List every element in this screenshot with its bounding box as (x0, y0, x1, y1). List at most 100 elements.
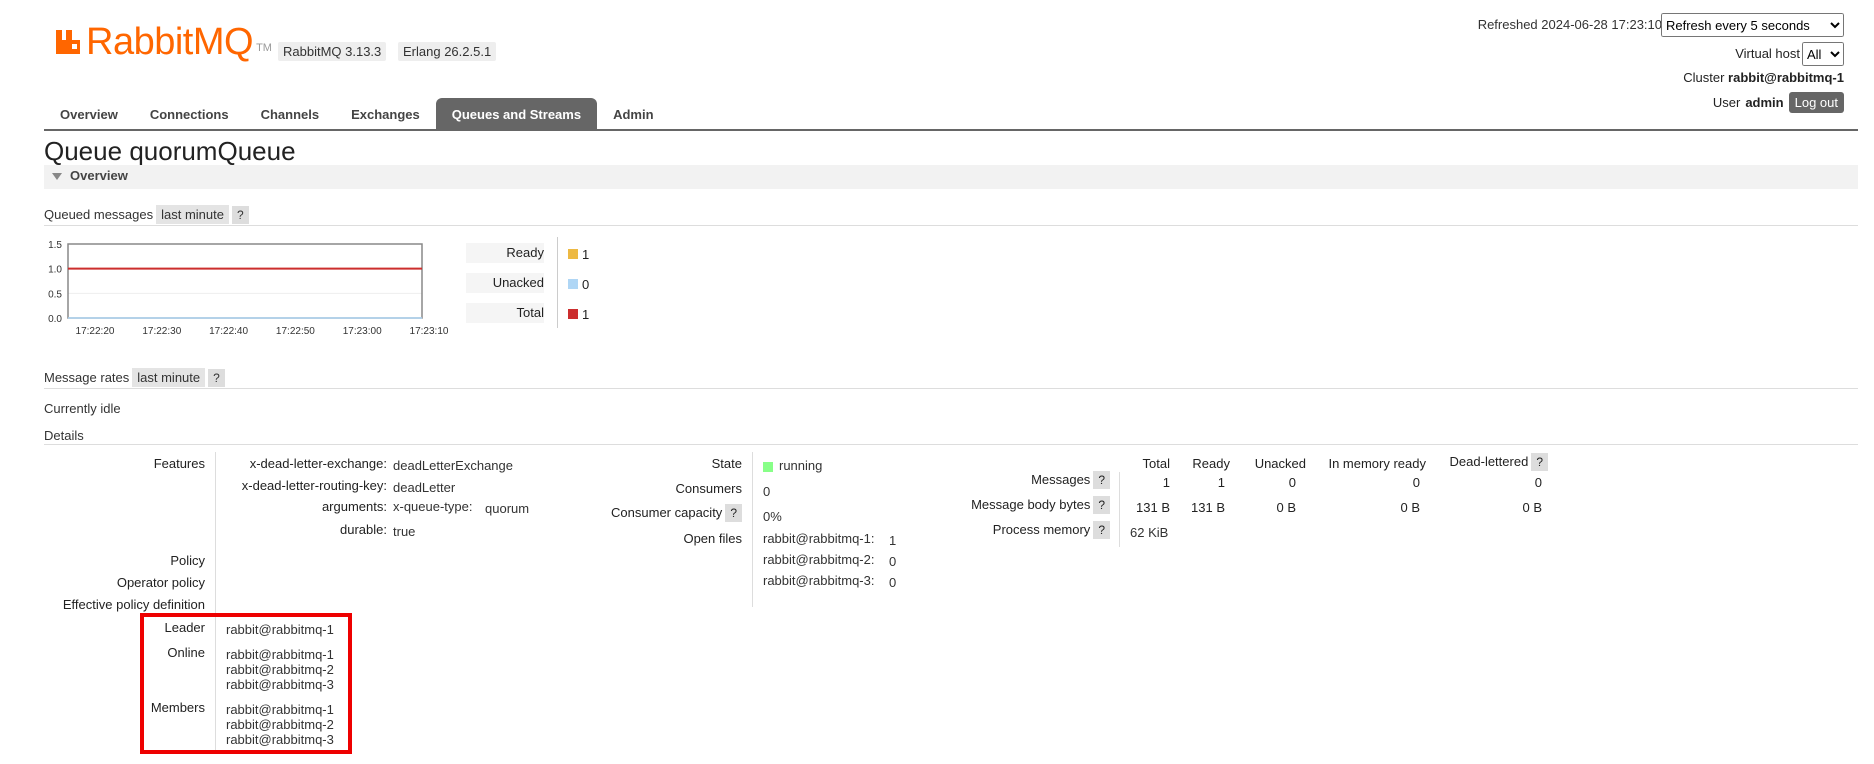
rabbitmq-version-badge: RabbitMQ 3.13.3 (278, 42, 387, 61)
legend-ready-swatch (568, 249, 578, 259)
tab-exchanges[interactable]: Exchanges (335, 98, 436, 130)
feature-key: arguments: (321, 499, 387, 514)
username: admin (1745, 95, 1784, 110)
chart-x-tick-label: 17:22:50 (276, 326, 315, 337)
body-bytes-in-memory-ready: 0 B (1400, 500, 1420, 515)
chart-y-tick-label: 1.0 (48, 265, 62, 276)
divider (44, 225, 1858, 226)
open-files-value: 0 (889, 554, 897, 569)
feature-key: durable: (340, 522, 387, 537)
process-memory-help-button[interactable]: ? (1093, 521, 1110, 539)
stats-header-dead-lettered: Dead-lettered? (1436, 453, 1548, 471)
tab-admin[interactable]: Admin (597, 98, 669, 130)
open-files-node: rabbit@rabbitmq-3: (763, 573, 875, 588)
consumer-capacity-help-button[interactable]: ? (725, 504, 742, 522)
messages-dead-lettered: 0 (1534, 475, 1542, 490)
message-body-bytes-help-button[interactable]: ? (1093, 496, 1110, 514)
column-divider (752, 452, 753, 607)
page-title: Queue quorumQueue (44, 136, 296, 166)
chart-x-tick-label: 17:23:00 (343, 326, 382, 337)
virtual-host-label: Virtual host (1735, 46, 1800, 61)
chart-y-tick-label: 1.5 (48, 240, 62, 251)
legend-unacked-swatch (568, 279, 578, 289)
running-status-icon (763, 461, 773, 472)
user-info: User admin Log out (1713, 92, 1844, 113)
message-rates-range-button[interactable]: last minute (132, 368, 206, 387)
message-body-bytes-label: Message body bytes? (930, 496, 1110, 514)
messages-ready: 1 (1217, 475, 1225, 490)
state-value: running (763, 458, 822, 473)
chart-y-tick-label: 0.0 (48, 314, 62, 325)
feature-value: deadLetter (393, 480, 456, 495)
stats-header-in-memory-ready: In memory ready (1328, 456, 1426, 471)
chart-x-tick-label: 17:22:20 (76, 326, 115, 337)
messages-help-button[interactable]: ? (1093, 471, 1110, 489)
rabbit-logo-icon (54, 28, 82, 56)
open-files-value: 0 (889, 575, 897, 590)
legend-unacked-value: 0 (582, 277, 590, 292)
tab-channels[interactable]: Channels (245, 98, 336, 130)
feature-value: true (393, 524, 416, 539)
queued-messages-header: Queued messages last minute? (44, 205, 249, 224)
process-memory-value: 62 KiB (1130, 525, 1169, 540)
policy-label: Policy (170, 553, 205, 568)
consumer-capacity-value: 0% (763, 509, 782, 524)
nav-divider (44, 129, 1858, 131)
feature-extra-value: quorum (485, 501, 530, 516)
logout-button[interactable]: Log out (1788, 92, 1844, 113)
divider (44, 444, 1858, 445)
messages-unacked: 0 (1288, 475, 1296, 490)
legend-unacked-label: Unacked (466, 273, 544, 293)
message-rates-status: Currently idle (44, 401, 121, 416)
erlang-version-badge: Erlang 26.2.5.1 (398, 42, 497, 61)
open-files-node: rabbit@rabbitmq-1: (763, 531, 875, 546)
body-bytes-ready: 131 B (1191, 500, 1225, 515)
logo-text: RabbitMQ (86, 21, 254, 63)
cluster-name: rabbit@rabbitmq-1 (1728, 70, 1844, 85)
divider (44, 388, 1858, 389)
virtual-host-select[interactable]: All (1802, 42, 1844, 66)
stats-header-total: Total (1142, 456, 1170, 471)
chart-x-tick-label: 17:22:40 (209, 326, 248, 337)
dead-lettered-help-button[interactable]: ? (1531, 453, 1548, 471)
feature-value: deadLetterExchange (393, 458, 513, 473)
consumers-value: 0 (763, 484, 771, 499)
consumers-label: Consumers (675, 481, 742, 496)
tab-queues-and-streams[interactable]: Queues and Streams (435, 98, 598, 130)
body-bytes-dead-lettered: 0 B (1522, 500, 1542, 515)
tab-connections[interactable]: Connections (134, 98, 245, 130)
details-label: Details (44, 428, 84, 443)
legend-total-swatch (568, 309, 578, 319)
state-label: State (711, 456, 742, 471)
refresh-interval-select[interactable]: Refresh every 5 seconds (1661, 13, 1844, 37)
messages-in-memory-ready: 0 (1412, 475, 1420, 490)
stats-header-unacked: Unacked (1254, 456, 1306, 471)
cluster-info: Cluster rabbit@rabbitmq-1 (1683, 70, 1844, 85)
logo-trademark: TM (256, 42, 272, 54)
process-memory-label: Process memory? (930, 521, 1110, 539)
legend-divider (557, 237, 558, 328)
features-label: Features (153, 456, 205, 471)
chart-x-tick-label: 17:22:30 (142, 326, 181, 337)
message-rates-header: Message rates last minute? (44, 368, 225, 387)
message-rates-help-button[interactable]: ? (208, 369, 225, 387)
consumer-capacity-label: Consumer capacity? (560, 504, 742, 522)
feature-key: x-dead-letter-routing-key: (241, 478, 387, 493)
tab-overview[interactable]: Overview (44, 98, 134, 130)
messages-label: Messages? (930, 471, 1110, 489)
effective-policy-label: Effective policy definition (62, 597, 205, 612)
overview-section-header[interactable] (44, 165, 1858, 189)
highlight-box (140, 613, 352, 754)
queued-messages-help-button[interactable]: ? (232, 206, 249, 224)
rabbitmq-logo[interactable]: RabbitMQ TM (54, 22, 272, 62)
overview-section-title[interactable]: Overview (52, 168, 128, 183)
body-bytes-total: 131 B (1136, 500, 1170, 515)
legend-ready-value: 1 (582, 247, 590, 262)
chart-x-tick-label: 17:23:10 (410, 326, 449, 337)
open-files-value: 1 (889, 533, 897, 548)
chart-frame (67, 243, 423, 319)
queued-messages-chart: 1.5 1.0 0.5 0.0 17:22:20 17:22:30 17:22:40 17:2… (48, 240, 449, 337)
open-files-node: rabbit@rabbitmq-2: (763, 552, 875, 567)
collapse-triangle-icon (52, 173, 62, 181)
queued-messages-range-button[interactable]: last minute (156, 205, 229, 224)
